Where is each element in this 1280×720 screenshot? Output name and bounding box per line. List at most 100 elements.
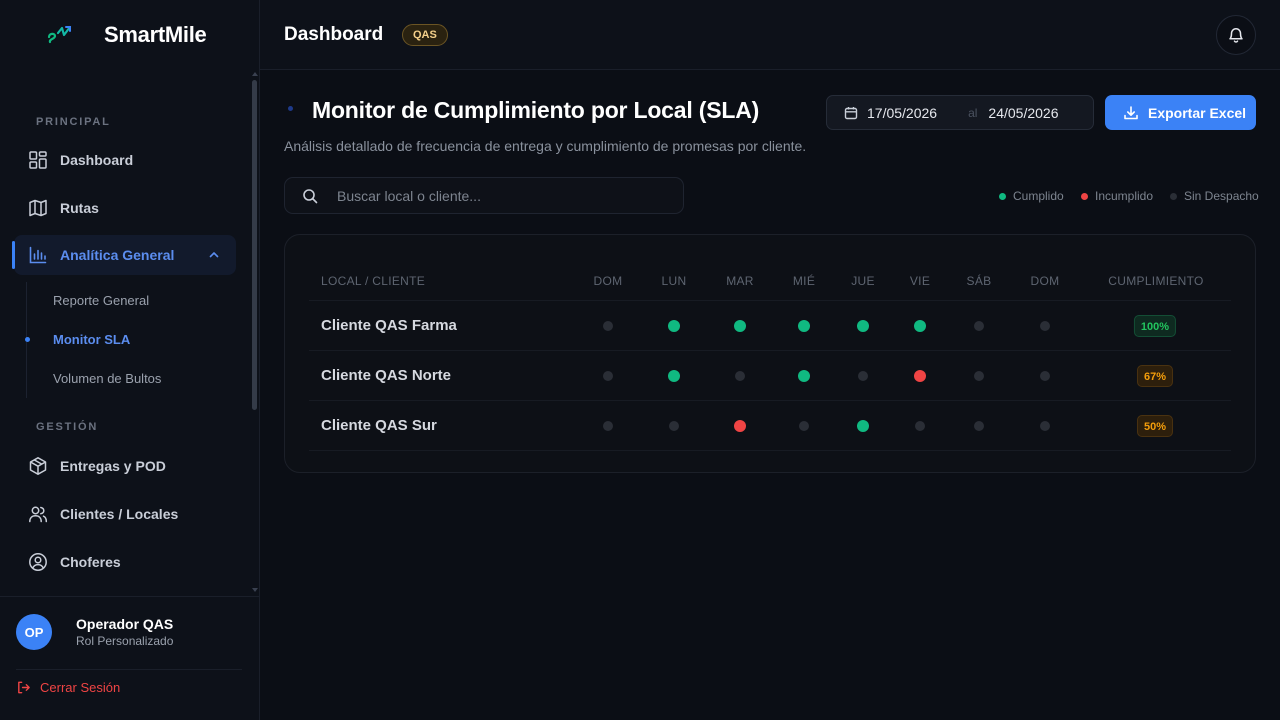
user-panel: OP Operador QAS Rol Personalizado Cerrar… (0, 596, 260, 720)
brand[interactable]: SmartMile (0, 0, 260, 72)
calendar-icon (844, 106, 858, 120)
status-dot-ok (914, 320, 926, 332)
column-header-local: LOCAL / CLIENTE (321, 274, 426, 288)
status-dot-none (974, 371, 984, 381)
status-dot-ok (798, 370, 810, 382)
date-from[interactable]: 17/05/2026 (867, 105, 937, 121)
logout-button[interactable]: Cerrar Sesión (16, 680, 120, 695)
notifications-button[interactable] (1216, 15, 1256, 55)
legend-label: Sin Despacho (1184, 189, 1259, 203)
user-name: Operador QAS (76, 616, 174, 632)
sidebar-item-label: Choferes (60, 554, 121, 570)
status-dot-ok (668, 320, 680, 332)
user-role: Rol Personalizado (76, 634, 174, 648)
logout-label: Cerrar Sesión (40, 680, 121, 695)
section-label-principal: PRINCIPAL (36, 116, 111, 128)
compliance-badge: 67% (1136, 365, 1174, 387)
sidebar-subitem-monitor-sla[interactable]: Monitor SLA (53, 332, 130, 347)
column-header-day: VIE (909, 274, 931, 288)
compliance-badge: 50% (1136, 415, 1174, 437)
download-icon (1124, 105, 1138, 119)
export-excel-button[interactable]: Exportar Excel (1105, 95, 1256, 130)
row-divider (309, 450, 1231, 451)
scroll-up-icon[interactable] (252, 72, 258, 76)
avatar[interactable]: OP (16, 614, 52, 650)
sidebar-item-clientes[interactable]: Clientes / Locales (14, 494, 236, 534)
column-header-day: MIÉ (792, 274, 816, 288)
status-dot-none (669, 421, 679, 431)
sidebar-scroll-thumb[interactable] (252, 80, 257, 410)
map-icon (28, 198, 48, 218)
smartmile-logo-icon (47, 25, 72, 44)
client-name: Cliente QAS Sur (321, 417, 437, 434)
status-dot-none (974, 421, 984, 431)
status-dot-ok (857, 320, 869, 332)
dashboard-grid-icon (28, 150, 48, 170)
date-separator: al (968, 105, 978, 120)
logout-icon (18, 681, 30, 694)
status-dot-fail (914, 370, 926, 382)
status-dot-none (603, 371, 613, 381)
column-header-day: JUE (851, 274, 875, 288)
sidebar-item-choferes[interactable]: Choferes (14, 542, 236, 582)
chevron-up-icon[interactable] (208, 249, 220, 261)
status-dot-none (603, 421, 613, 431)
status-dot-none (1040, 421, 1050, 431)
users-icon (28, 504, 48, 524)
legend-dot-red (1081, 192, 1088, 200)
package-icon (28, 456, 48, 476)
status-dot-none (915, 421, 925, 431)
column-header-day: DOM (593, 274, 623, 288)
legend-dot-gray (1170, 192, 1177, 200)
legend-dot-green (999, 192, 1006, 200)
sidebar-item-analitica-general[interactable]: Analítica General (12, 235, 236, 275)
sidebar-item-entregas[interactable]: Entregas y POD (14, 446, 236, 486)
sidebar-subitem-reporte-general[interactable]: Reporte General (53, 293, 149, 308)
status-dot-none (1040, 321, 1050, 331)
section-label-gestion: GESTIÓN (36, 421, 99, 433)
sidebar-item-label: Analítica General (60, 247, 175, 263)
column-header-day: MAR (726, 274, 754, 288)
status-dot-fail (734, 420, 746, 432)
status-dot-none (1040, 371, 1050, 381)
row-divider (309, 350, 1231, 351)
search-input[interactable] (337, 187, 657, 204)
date-range-picker[interactable]: 17/05/2026 al 24/05/2026 (826, 95, 1094, 130)
sidebar-item-label: Dashboard (60, 152, 134, 168)
legend-sin-despacho: Sin Despacho (1170, 189, 1259, 203)
row-divider (309, 300, 1231, 301)
sla-table: LOCAL / CLIENTE DOM LUN MAR MIÉ JUE VIE … (284, 234, 1256, 473)
column-header-cumplimiento: CUMPLIMIENTO (1108, 274, 1204, 288)
bar-chart-icon (28, 245, 48, 265)
legend-cumplido: Cumplido (999, 189, 1064, 203)
sidebar-item-dashboard[interactable]: Dashboard (14, 140, 236, 180)
client-name: Cliente QAS Farma (321, 317, 457, 334)
sidebar-item-label: Rutas (60, 200, 99, 216)
brand-name: SmartMile (104, 22, 207, 47)
date-to[interactable]: 24/05/2026 (988, 105, 1058, 121)
legend-label: Incumplido (1095, 189, 1154, 203)
sidebar-item-rutas[interactable]: Rutas (14, 188, 236, 228)
environment-badge: QAS (402, 24, 448, 46)
divider (16, 669, 242, 670)
bell-icon (1229, 28, 1243, 43)
active-indicator-dot (25, 337, 30, 342)
status-dot-ok (668, 370, 680, 382)
sidebar-item-label: Entregas y POD (60, 458, 166, 474)
client-name: Cliente QAS Norte (321, 367, 452, 384)
status-dot-none (799, 421, 809, 431)
column-header-day: DOM (1030, 274, 1060, 288)
scroll-down-icon[interactable] (252, 588, 258, 592)
search-box[interactable] (284, 177, 684, 214)
sidebar: SmartMile PRINCIPAL Dashboard Rutas Anal… (0, 0, 260, 720)
export-label: Exportar Excel (1148, 104, 1247, 121)
status-dot-none (735, 371, 745, 381)
column-header-day: LUN (661, 274, 687, 288)
search-icon (303, 188, 318, 203)
sidebar-subitem-volumen-bultos[interactable]: Volumen de Bultos (53, 371, 161, 386)
sidebar-item-label: Clientes / Locales (60, 506, 179, 522)
section-title: Monitor de Cumplimiento por Local (SLA) (312, 97, 760, 123)
title-bullet (288, 106, 293, 111)
status-dot-none (603, 321, 613, 331)
legend-label: Cumplido (1013, 189, 1064, 203)
